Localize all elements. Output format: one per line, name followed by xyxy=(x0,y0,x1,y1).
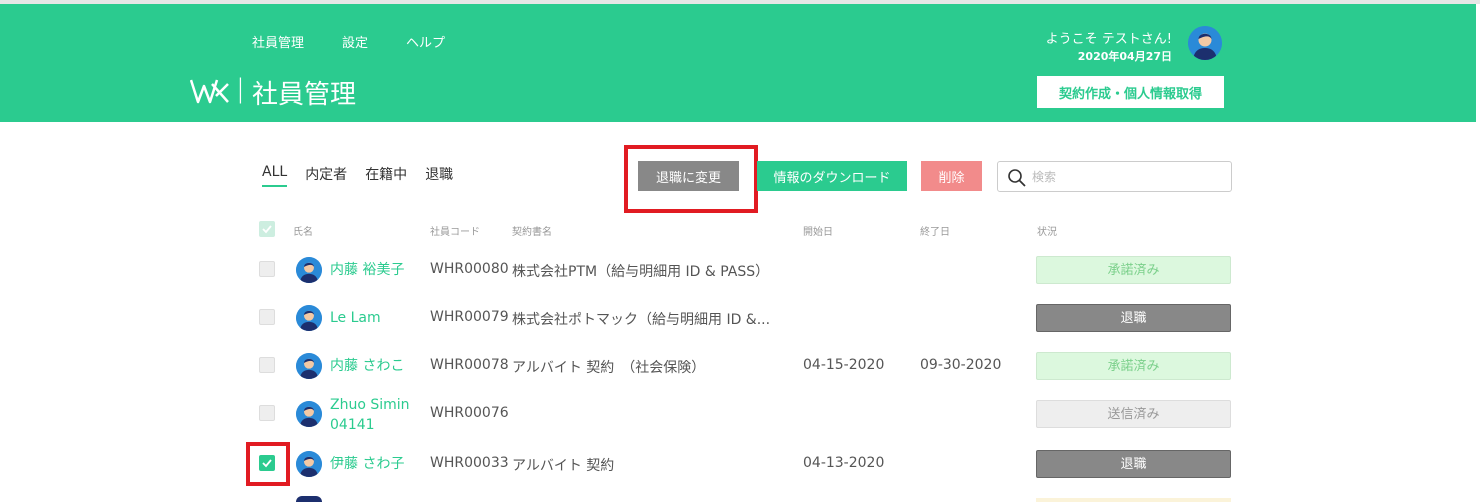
wx-logo-icon xyxy=(190,79,229,104)
row-checkbox[interactable] xyxy=(259,455,275,471)
employee-code: WHR00080 xyxy=(430,261,509,277)
current-date: 2020年04月27日 xyxy=(1077,50,1172,63)
employee-name-line: 04141 xyxy=(330,417,375,433)
status-tabs: ALL 内定者 在籍中 退職 xyxy=(262,164,453,187)
change-to-retired-button[interactable]: 退職に変更 xyxy=(638,161,739,191)
tab-all[interactable]: ALL xyxy=(262,164,288,187)
status-badge: 承諾済み xyxy=(1036,256,1231,284)
contract-name: アルバイト 契約 （社会保険） xyxy=(512,360,706,376)
employee-code: WHR00078 xyxy=(430,357,509,373)
nav-item-settings[interactable]: 設定 xyxy=(342,32,368,51)
search-input[interactable] xyxy=(1032,167,1222,187)
row-checkbox[interactable] xyxy=(259,357,275,373)
tab-offered[interactable]: 内定者 xyxy=(305,164,347,187)
select-all-checkbox[interactable] xyxy=(259,221,275,237)
status-badge xyxy=(1036,498,1231,502)
avatar xyxy=(296,401,322,427)
user-avatar[interactable] xyxy=(1188,26,1222,60)
status-badge: 承諾済み xyxy=(1036,352,1231,380)
avatar xyxy=(296,257,322,283)
row-checkbox[interactable] xyxy=(259,261,275,277)
employee-name-link[interactable]: 内藤 裕美子 xyxy=(330,260,404,280)
column-header-contract: 契約書名 xyxy=(512,227,552,238)
row-checkbox[interactable] xyxy=(259,405,275,421)
employee-code: WHR00033 xyxy=(430,455,509,471)
brand-separator: | xyxy=(236,74,245,104)
avatar xyxy=(296,496,322,502)
tab-retired[interactable]: 退職 xyxy=(425,164,453,187)
nav-item-employee-management[interactable]: 社員管理 xyxy=(252,32,304,51)
person-avatar-icon xyxy=(296,401,322,427)
page-title: 社員管理 xyxy=(252,80,357,110)
search-icon xyxy=(1008,169,1026,187)
check-icon xyxy=(262,225,272,234)
start-date: 04-13-2020 xyxy=(803,455,885,471)
employee-code: WHR00076 xyxy=(430,405,509,421)
avatar xyxy=(296,451,322,477)
employee-code: WHR00079 xyxy=(430,309,509,325)
person-avatar-icon xyxy=(296,353,322,379)
person-avatar-icon xyxy=(296,257,322,283)
status-badge: 退職 xyxy=(1036,450,1231,478)
employee-name-link[interactable]: Zhuo Simin 04141 xyxy=(330,395,410,435)
app-header: 社員管理 設定 ヘルプ | 社員管理 ようこそ テストさん! 2020年04月2… xyxy=(0,4,1476,122)
end-date: 09-30-2020 xyxy=(920,357,1002,373)
start-date: 04-15-2020 xyxy=(803,357,885,373)
person-avatar-icon xyxy=(296,451,322,477)
employee-name-link[interactable]: Le Lam xyxy=(330,308,381,328)
column-header-end-date: 終了日 xyxy=(920,227,950,238)
status-badge: 退職 xyxy=(1036,304,1231,332)
check-icon xyxy=(262,459,272,468)
person-avatar-icon xyxy=(296,305,322,331)
column-header-start-date: 開始日 xyxy=(803,227,833,238)
contract-name: 株式会社ポトマック（給与明細用 ID &... xyxy=(512,312,771,328)
contract-name: 株式会社PTM（給与明細用 ID & PASS） xyxy=(512,264,770,280)
search-box xyxy=(997,161,1232,192)
column-header-name: 氏名 xyxy=(293,227,313,238)
employee-name-link[interactable]: 内藤 さわこ xyxy=(330,356,404,376)
contract-name: アルバイト 契約 xyxy=(512,458,615,474)
employee-name-line: Zhuo Simin xyxy=(330,397,410,413)
column-header-code: 社員コード xyxy=(430,227,480,238)
contract-create-button[interactable]: 契約作成・個人情報取得 xyxy=(1037,76,1224,108)
user-avatar-icon xyxy=(1188,26,1222,60)
download-info-button[interactable]: 情報のダウンロード xyxy=(757,161,907,191)
delete-button[interactable]: 削除 xyxy=(921,161,982,191)
nav-item-help[interactable]: ヘルプ xyxy=(406,32,445,51)
status-badge: 送信済み xyxy=(1036,400,1231,428)
tab-employed[interactable]: 在籍中 xyxy=(365,164,407,187)
avatar xyxy=(296,353,322,379)
column-header-status: 状況 xyxy=(1037,227,1057,238)
welcome-text: ようこそ テストさん! xyxy=(1045,32,1172,47)
employee-name-link[interactable]: 伊藤 さわ子 xyxy=(330,454,404,474)
avatar xyxy=(296,305,322,331)
row-checkbox[interactable] xyxy=(259,309,275,325)
